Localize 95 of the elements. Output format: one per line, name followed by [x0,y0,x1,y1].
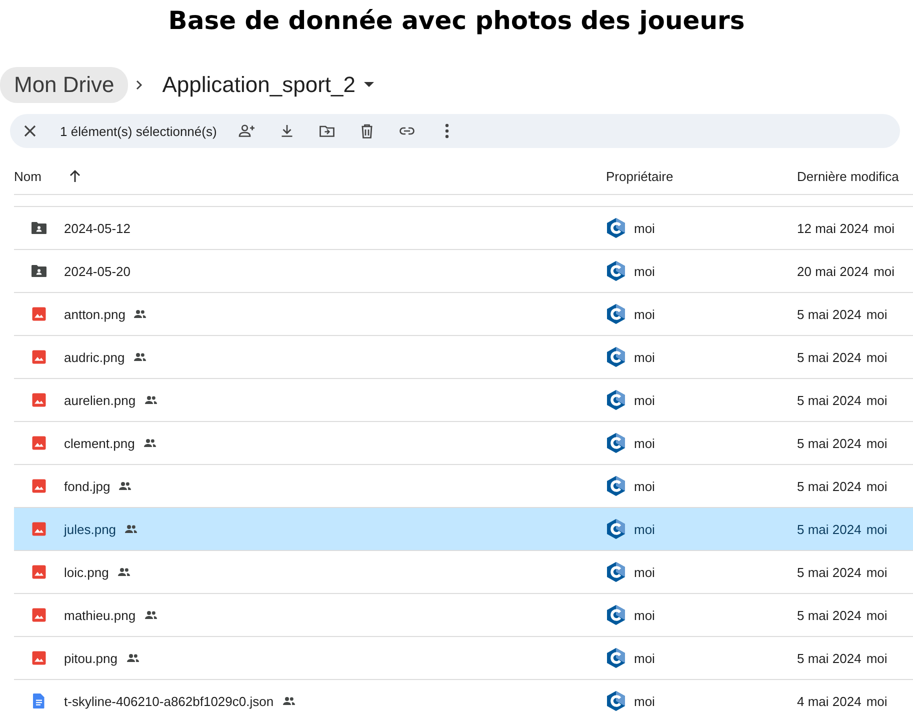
owner-name: moi [634,436,655,450]
modified-date: 5 mai 2024 [797,650,862,666]
modified-date: 12 mai 2024 [797,220,869,236]
modified-by: moi [866,650,888,666]
modified-date: 20 mai 2024 [797,264,869,278]
shared-folder-icon [30,219,48,237]
owner-name: moi [634,522,655,536]
image-icon [30,563,48,581]
file-name: antton.png [64,306,126,322]
hexagon-avatar-icon [606,346,626,368]
modified-date: 5 mai 2024 [797,478,862,494]
modified-by: moi [866,436,888,450]
hexagon-avatar-icon [606,475,626,497]
modified-date: 5 mai 2024 [797,522,862,536]
modified-by: moi [874,264,895,278]
file-name: aurelien.png [64,392,136,408]
image-icon [30,348,48,366]
modified-by: moi [866,350,888,364]
hexagon-avatar-icon [606,303,626,325]
caret-icon[interactable] [364,82,374,88]
owner-name: moi [634,564,655,580]
modified-by: moi [866,392,888,408]
file-row[interactable]: loic.png moi 5 mai 2024 moi [14,551,913,594]
modified-date: 5 mai 2024 [797,436,862,450]
hexagon-avatar-icon [606,690,626,712]
file-row[interactable]: aurelien.png moi 5 mai 2024 moi [14,379,913,422]
image-icon [30,520,48,538]
hexagon-avatar-icon [606,518,626,540]
file-row[interactable]: mathieu.png moi 5 mai 2024 moi [14,594,913,637]
modified-by: moi [866,306,888,322]
hexagon-avatar-icon [606,561,626,583]
file-name: 2024-05-20 [64,264,130,278]
image-icon [30,477,48,495]
file-name: jules.png [64,522,116,536]
file-row[interactable]: jules.png moi 5 mai 2024 moi [14,508,913,551]
hexagon-avatar-icon [606,432,626,454]
hexagon-avatar-icon [606,260,626,282]
hexagon-avatar-icon [606,389,626,411]
column-header[interactable]: Propriétaire [606,168,797,184]
owner-name: moi [634,350,655,364]
more-options-icon[interactable] [444,123,450,139]
selection-count: 1 élément(s) sélectionné(s) [60,124,217,138]
breadcrumb-link[interactable]: Mon Drive [0,67,128,103]
folder-title[interactable]: Application_sport_2 [162,72,356,98]
owner-name: moi [634,608,655,622]
modified-date: 4 mai 2024 [797,694,862,708]
hexagon-avatar-icon [606,647,626,669]
owner-name: moi [634,694,655,708]
file-name: fond.jpg [64,478,110,494]
modified-date: 5 mai 2024 [797,350,862,364]
owner-name: moi [634,264,655,278]
modified-date: 5 mai 2024 [797,608,862,622]
image-icon [30,391,48,409]
owner-name: moi [634,306,655,322]
column-header[interactable]: Dernière modifica [797,168,913,184]
file-row[interactable]: clement.png moi 5 mai 2024 moi [14,422,913,465]
file-row[interactable]: 2024-05-12 moi 12 mai 2024 moi [14,207,913,250]
owner-name: moi [634,220,655,236]
owner-name: moi [634,392,655,408]
owner-name: moi [634,650,655,666]
hexagon-avatar-icon [606,604,626,626]
modified-by: moi [866,522,888,536]
image-icon [30,305,48,323]
column-header[interactable]: Nom [14,168,42,184]
file-name: t-skyline-406210-a862bf1029c0.json [64,694,274,708]
image-icon [30,434,48,452]
image-icon [30,606,48,624]
modified-date: 5 mai 2024 [797,564,862,580]
page-heading: Base de donnée avec photos des joueurs [167,5,746,37]
hexagon-avatar-icon [606,217,626,239]
modified-by: moi [866,608,888,622]
image-icon [30,649,48,667]
modified-by: moi [874,220,895,236]
file-row[interactable]: audric.png moi 5 mai 2024 moi [14,336,913,379]
modified-by: moi [866,564,888,580]
file-name: pitou.png [64,650,118,666]
close-icon[interactable] [23,124,37,138]
chevron-icon [134,79,144,91]
modified-date: 5 mai 2024 [797,392,862,408]
file-row[interactable]: antton.png moi 5 mai 2024 moi [14,293,913,336]
modified-by: moi [866,694,888,708]
modified-by: moi [866,478,888,494]
shared-folder-icon [30,262,48,280]
sort-arrow-icon[interactable] [69,169,82,183]
file-row[interactable]: 2024-05-20 moi 20 mai 2024 moi [14,250,913,293]
file-name: audric.png [64,350,125,364]
file-row[interactable]: pitou.png moi 5 mai 2024 moi [14,637,913,680]
owner-name: moi [634,478,655,494]
file-name: clement.png [64,436,135,450]
file-name: mathieu.png [64,608,136,622]
file-name: loic.png [64,564,109,580]
file-row[interactable]: t-skyline-406210-a862bf1029c0.json moi 4 mai 2024 moi [14,680,913,721]
modified-date: 5 mai 2024 [797,306,862,322]
add-person-icon[interactable] [238,122,256,140]
file-name: 2024-05-12 [64,220,130,236]
